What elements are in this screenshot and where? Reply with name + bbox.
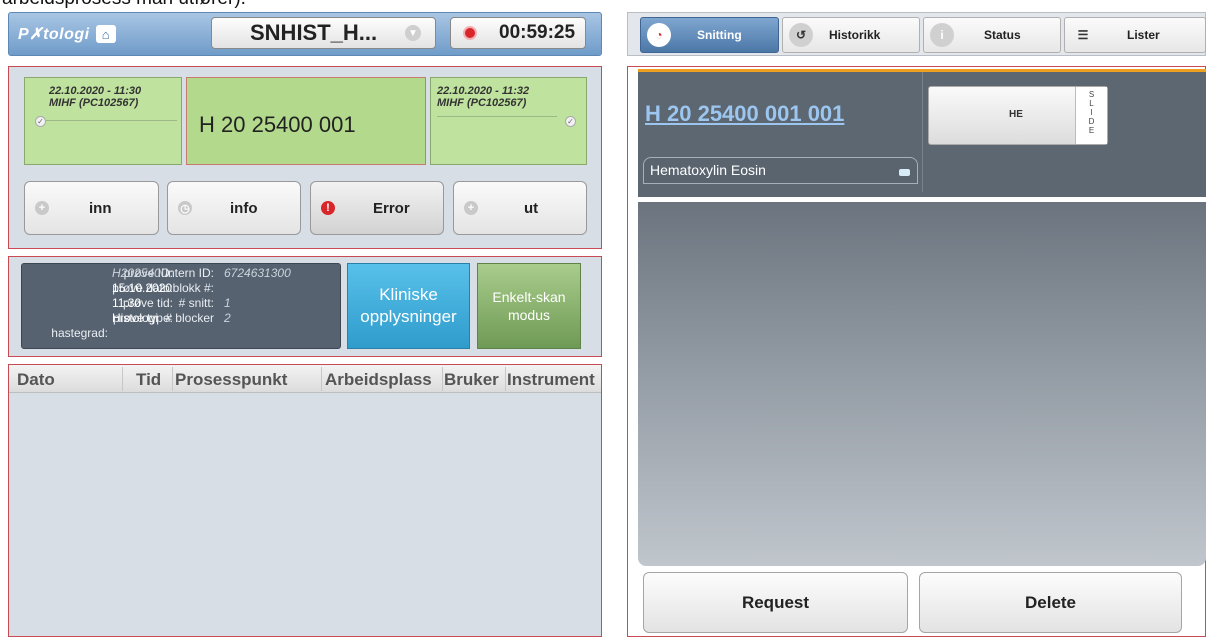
info-button[interactable]: ◷ info	[167, 181, 301, 235]
slide-label-strip: SLIDE	[1075, 87, 1107, 144]
tab-lister-label: Lister	[1127, 28, 1160, 42]
divider	[437, 116, 557, 117]
value-dato: 15.10.2020	[112, 281, 173, 295]
scan-in-card[interactable]: 22.10.2020 - 11:30 MIHF (PC102567) ✓	[24, 77, 182, 165]
scan-input-value: H 20 25400 001	[199, 112, 356, 137]
history-icon: ↺	[789, 23, 813, 47]
workstation-selector-value: SNHIST_H...	[250, 20, 378, 45]
col-separator	[172, 367, 173, 391]
tab-status[interactable]: i Status	[923, 17, 1061, 53]
label-hastegrad: hastegrad:	[51, 326, 108, 340]
col-instrument[interactable]: Instrument	[507, 370, 599, 390]
delete-button[interactable]: Delete	[919, 572, 1182, 633]
timer-value: 00:59:25	[499, 22, 576, 43]
workstation-selector[interactable]: SNHIST_H... ▼	[211, 17, 436, 49]
label-intern: intern ID:	[165, 266, 214, 280]
error-button-label: Error	[373, 199, 410, 217]
col-dato[interactable]: Dato	[17, 370, 55, 390]
tab-status-label: Status	[984, 28, 1021, 42]
enkelt-skan-button[interactable]: Enkelt-skan modus	[477, 263, 581, 349]
kliniske-line1: Kliniske	[379, 285, 438, 304]
value-intern: 6724631300	[224, 266, 291, 280]
request-button[interactable]: Request	[643, 572, 908, 633]
col-separator	[505, 367, 506, 391]
alert-icon: !	[321, 201, 335, 215]
col-separator	[321, 367, 322, 391]
scan-out-station: MIHF (PC102567)	[437, 97, 527, 109]
col-arbeidsplass[interactable]: Arbeidsplass	[325, 370, 432, 390]
tab-lister[interactable]: ☰ Lister	[1064, 17, 1206, 53]
tab-snitting-label: Snitting	[697, 28, 742, 42]
app-logo[interactable]: P✗tologi ⌂	[18, 22, 116, 46]
divider	[922, 72, 923, 192]
slide-card[interactable]: HE SLIDE	[928, 86, 1108, 145]
tab-snitting[interactable]: ◔ Snitting	[640, 17, 779, 53]
check-icon: ✓	[35, 116, 46, 127]
col-prosesspunkt[interactable]: Prosesspunkt	[175, 370, 287, 390]
sample-details: prøve ID: H2025400 prøve dato: 15.10.202…	[21, 263, 341, 349]
divider	[39, 120, 177, 121]
plus-icon: +	[464, 201, 478, 215]
slide-id-link[interactable]: H 20 25400 001 001	[645, 101, 844, 127]
enkelt-line1: Enkelt-skan	[492, 289, 566, 305]
kliniske-opplysninger-button[interactable]: Kliniske opplysninger	[347, 263, 470, 349]
col-separator	[442, 367, 443, 391]
ut-button-label: ut	[524, 199, 539, 217]
col-tid[interactable]: Tid	[136, 370, 161, 390]
error-button[interactable]: ! Error	[310, 181, 444, 235]
info-icon: i	[930, 23, 954, 47]
dropdown-icon	[899, 169, 910, 176]
value-tid: 11:30	[112, 296, 142, 310]
value-blocker: 2	[224, 311, 231, 325]
info-button-label: info	[230, 199, 258, 217]
value-type: Histologi	[112, 311, 159, 325]
home-icon[interactable]: ⌂	[95, 25, 116, 43]
scan-in-station: MIHF (PC102567)	[49, 97, 139, 109]
delete-button-label: Delete	[1024, 592, 1077, 612]
inn-button[interactable]: + inn	[24, 181, 159, 235]
label-blokk: blokk #:	[172, 281, 214, 295]
tab-historikk-label: Historikk	[829, 28, 881, 42]
plus-icon: +	[35, 201, 49, 215]
scan-input-field[interactable]: H 20 25400 001	[186, 77, 426, 165]
slide-card-stain: HE	[1009, 109, 1023, 120]
value-snitt: 1	[224, 296, 231, 310]
request-button-label: Request	[741, 592, 810, 612]
label-snitt: # snitt:	[178, 296, 214, 310]
col-separator	[122, 367, 123, 391]
logo-text: P✗tologi	[18, 26, 90, 43]
value-id: H2025400	[112, 266, 168, 280]
kliniske-line2: opplysninger	[360, 307, 457, 326]
enkelt-line2: modus	[507, 307, 551, 323]
label-blocker: # blocker	[165, 311, 214, 325]
scan-in-date: 22.10.2020 - 11:30	[49, 85, 142, 97]
session-timer[interactable]: 00:59:25	[450, 17, 586, 49]
inn-button-label: inn	[89, 199, 112, 217]
col-bruker[interactable]: Bruker	[444, 370, 499, 390]
stain-select[interactable]: Hematoxylin Eosin	[643, 157, 918, 184]
slide-area	[638, 202, 1206, 566]
tab-historikk[interactable]: ↺ Historikk	[782, 17, 920, 53]
scan-out-date: 22.10.2020 - 11:32	[437, 85, 530, 97]
check-icon: ✓	[565, 116, 576, 127]
record-icon	[463, 26, 477, 40]
list-icon: ☰	[1077, 28, 1089, 42]
clock-icon: ◷	[178, 201, 192, 215]
stain-select-value: Hematoxylin Eosin	[650, 162, 766, 178]
page-caption: arbeidsprosess man utfører).	[2, 0, 246, 10]
pie-chart-icon: ◔	[647, 23, 671, 47]
table-header: Dato Tid Prosesspunkt Arbeidsplass Bruke…	[9, 365, 601, 393]
ut-button[interactable]: + ut	[453, 181, 587, 235]
scan-out-card[interactable]: 22.10.2020 - 11:32 MIHF (PC102567) ✓	[430, 77, 587, 165]
history-table	[8, 364, 602, 637]
chevron-down-icon: ▼	[405, 25, 421, 41]
